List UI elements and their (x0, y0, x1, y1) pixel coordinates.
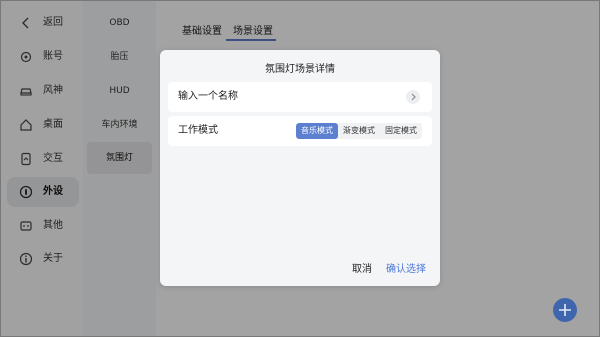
add-scene-button[interactable] (553, 298, 577, 322)
scene-detail-dialog: 氛围灯场景详情 输入一个名称 工作模式 音乐模式 渐变模式 固定模式 取消 确认… (160, 50, 440, 286)
mode-music-button[interactable]: 音乐模式 (296, 123, 338, 139)
chevron-right-icon (406, 90, 420, 104)
work-mode-row: 工作模式 音乐模式 渐变模式 固定模式 (168, 116, 432, 146)
mode-fixed-button[interactable]: 固定模式 (380, 123, 422, 139)
work-mode-label: 工作模式 (178, 125, 218, 136)
plus-icon (559, 304, 571, 316)
name-input-row[interactable]: 输入一个名称 (168, 82, 432, 112)
cancel-button[interactable]: 取消 (352, 263, 372, 277)
confirm-button[interactable]: 确认选择 (386, 263, 426, 277)
name-input-label: 输入一个名称 (178, 91, 238, 102)
mode-gradient-button[interactable]: 渐变模式 (338, 123, 380, 139)
dialog-title: 氛围灯场景详情 (265, 64, 335, 75)
work-mode-selector: 音乐模式 渐变模式 固定模式 (296, 123, 422, 139)
